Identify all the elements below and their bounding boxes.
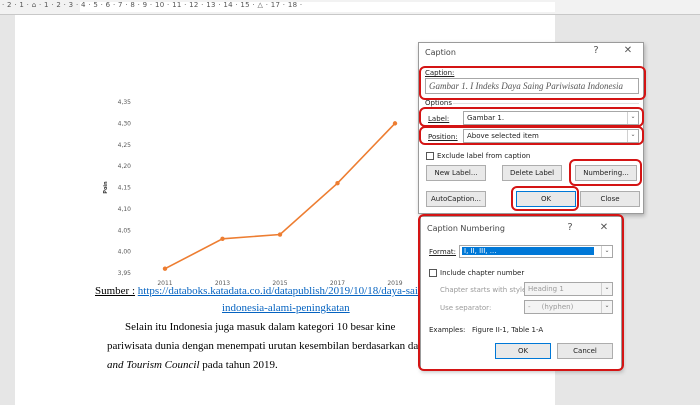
ok-button[interactable]: OK — [516, 191, 576, 207]
caption-dialog[interactable]: Caption ? ✕ Caption: Gambar 1. I Indeks … — [418, 42, 644, 214]
label-label: Label: — [428, 115, 450, 123]
include-chapter-label: Include chapter number — [440, 269, 525, 277]
numbering-button[interactable]: Numbering... — [575, 165, 637, 181]
position-select[interactable]: Above selected item ⌄ — [463, 129, 639, 143]
data-point — [277, 232, 283, 237]
line-chart: 3,95 4,00 4,05 4,10 4,15 4,20 4,25 4,30 4,35 2011… — [90, 75, 430, 305]
close-icon[interactable]: ✕ — [597, 222, 611, 236]
series-line — [164, 122, 396, 270]
chevron-down-icon: ⌄ — [627, 112, 638, 124]
data-point — [335, 181, 340, 186]
data-point — [220, 236, 225, 241]
options-divider — [453, 103, 639, 104]
close-icon[interactable]: ✕ — [621, 45, 635, 59]
delete-label-button[interactable]: Delete Label — [502, 165, 562, 181]
paragraph-line-3: and Tourism Council pada tahun 2019. — [107, 359, 278, 371]
label-select[interactable]: Gambar 1. ⌄ — [463, 111, 639, 125]
label-select-value: Gambar 1. — [467, 114, 505, 122]
y-tick-label: 4,20 — [118, 163, 132, 170]
paragraph-line-3-rest: pada tahun 2019. — [199, 359, 278, 371]
separator-label: Use separator: — [440, 304, 492, 312]
autocaption-button[interactable]: AutoCaption... — [426, 191, 486, 207]
source-prefix: Sumber : — [95, 285, 136, 297]
examples-text: Examples: Figure II-1, Table 1-A — [429, 326, 544, 334]
exclude-label-checkbox[interactable] — [426, 152, 434, 160]
data-point — [392, 121, 398, 126]
chapter-style-select[interactable]: Heading 1 ⌄ — [524, 282, 613, 296]
position-label: Position: — [428, 133, 458, 141]
source-line: Sumber : https://databoks.katadata.co.id… — [95, 285, 429, 297]
y-tick-label: 4,15 — [118, 185, 132, 192]
caption-numbering-dialog[interactable]: Caption Numbering ? ✕ Format: I, II, III… — [420, 216, 622, 370]
format-select-value: I, II, III, ... — [462, 247, 594, 255]
y-tick-label: 3,95 — [118, 270, 132, 277]
y-tick-label: 4,30 — [118, 120, 132, 127]
chevron-down-icon: ⌄ — [601, 301, 612, 313]
separator-value: - (hyphen) — [528, 303, 574, 311]
y-tick-label: 4,25 — [118, 142, 132, 149]
help-button[interactable]: ? — [589, 45, 603, 59]
numbering-cancel-button[interactable]: Cancel — [557, 343, 613, 359]
exclude-label-text: Exclude label from caption — [437, 152, 531, 160]
options-label: Options — [425, 99, 453, 107]
caption-label: Caption: — [425, 69, 455, 77]
paragraph-line-1: Selain itu Indonesia juga masuk dalam ka… — [125, 321, 396, 333]
help-button[interactable]: ? — [563, 222, 577, 236]
format-select[interactable]: I, II, III, ... ⌄ — [459, 245, 613, 258]
y-tick-label: 4,00 — [118, 249, 132, 256]
y-tick-label: 4,35 — [118, 99, 132, 106]
ruler-numbers: · 2 · 1 · ⌂ · 1 · 2 · 3 · 4 · 5 · 6 · 7 … — [2, 1, 303, 9]
chapter-style-value: Heading 1 — [528, 285, 564, 293]
include-chapter-checkbox[interactable] — [429, 269, 437, 277]
new-label-button[interactable]: New Label... — [426, 165, 486, 181]
dialog-title: Caption — [425, 48, 456, 57]
y-axis-title: Poin — [103, 181, 109, 194]
source-link-continued[interactable]: indonesia-alami-peningkatan — [222, 302, 350, 314]
chapter-starts-label: Chapter starts with style — [440, 286, 527, 294]
format-label: Format: — [429, 248, 457, 256]
caption-input[interactable]: Gambar 1. I Indeks Daya Saing Pariwisata… — [425, 78, 639, 94]
council-name: and Tourism Council — [107, 359, 200, 371]
chevron-down-icon: ⌄ — [601, 246, 612, 257]
numbering-dialog-title: Caption Numbering — [427, 224, 505, 233]
chart-svg: 3,954,004,054,104,154,204,254,304,352011… — [103, 99, 403, 287]
close-button[interactable]: Close — [580, 191, 640, 207]
y-tick-label: 4,10 — [118, 206, 132, 213]
separator-select[interactable]: - (hyphen) ⌄ — [524, 300, 613, 314]
numbering-ok-button[interactable]: OK — [495, 343, 551, 359]
paragraph-line-2: pariwisata dunia dengan menempati urutan… — [107, 340, 422, 352]
horizontal-ruler[interactable]: · 2 · 1 · ⌂ · 1 · 2 · 3 · 4 · 5 · 6 · 7 … — [0, 0, 700, 15]
chevron-down-icon: ⌄ — [627, 130, 638, 142]
source-link[interactable]: https://databoks.katadata.co.id/datapubl… — [138, 285, 429, 297]
position-select-value: Above selected item — [467, 132, 539, 140]
y-tick-label: 4,05 — [118, 227, 132, 234]
chevron-down-icon: ⌄ — [601, 283, 612, 295]
data-point — [162, 266, 168, 271]
